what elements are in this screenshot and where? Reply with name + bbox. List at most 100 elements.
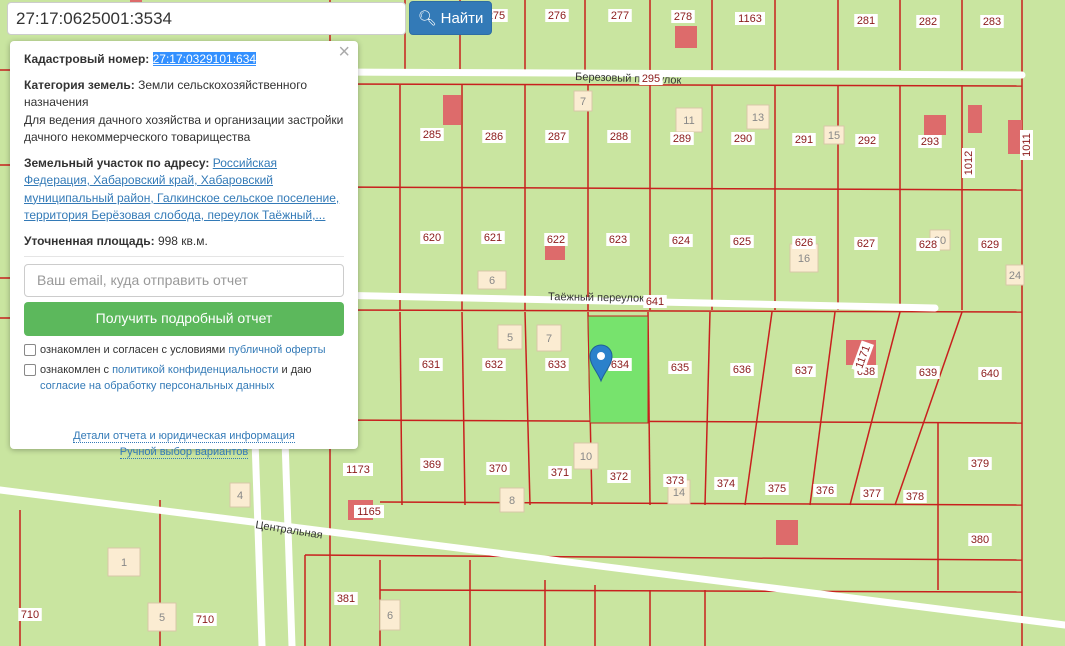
parcel-number[interactable]: 639 xyxy=(916,366,940,379)
parcel-number[interactable]: 277 xyxy=(608,9,632,22)
parcel-number[interactable]: 624 xyxy=(669,234,693,247)
close-icon[interactable]: × xyxy=(338,42,350,61)
svg-text:626: 626 xyxy=(795,237,813,249)
parcel-number[interactable]: 640 xyxy=(978,367,1002,380)
parcel-number[interactable]: 381 xyxy=(334,592,358,605)
find-button[interactable]: 🔍︎ Найти xyxy=(409,1,492,35)
parcel-number[interactable]: 628 xyxy=(916,238,940,251)
parcel-number[interactable]: 276 xyxy=(545,9,569,22)
building-number: 1 xyxy=(121,557,127,569)
svg-text:1163: 1163 xyxy=(738,13,762,25)
privacy-link[interactable]: политикой конфиденциальности xyxy=(112,364,278,376)
parcel-number[interactable]: 637 xyxy=(792,364,816,377)
building-number: 8 xyxy=(509,495,515,507)
parcel-number[interactable]: 278 xyxy=(671,10,695,23)
building-number: 5 xyxy=(159,612,165,624)
parcel-number[interactable]: 620 xyxy=(420,231,444,244)
parcel-number[interactable]: 371 xyxy=(548,466,572,479)
svg-text:377: 377 xyxy=(863,488,881,500)
parcel-number[interactable]: 374 xyxy=(714,477,738,490)
parcel-number[interactable]: 282 xyxy=(916,15,940,28)
cadastral-number-link[interactable]: 27:17:0329101:634 xyxy=(152,52,257,66)
building-number: 16 xyxy=(798,253,810,265)
email-input[interactable]: Ваш email, куда отправить отчет xyxy=(24,264,344,297)
parcel-number[interactable]: 627 xyxy=(854,237,878,250)
svg-text:627: 627 xyxy=(857,238,875,250)
parcel-number[interactable]: 710 xyxy=(193,613,217,626)
parcel-number[interactable]: 380 xyxy=(968,533,992,546)
offer-link[interactable]: публичной оферты xyxy=(228,344,325,356)
parcel-number[interactable]: 288 xyxy=(607,130,631,143)
parcel-number[interactable]: 375 xyxy=(765,482,789,495)
privacy-checkbox[interactable] xyxy=(24,364,36,376)
parcel-number[interactable]: 287 xyxy=(545,130,569,143)
svg-text:632: 632 xyxy=(485,359,503,371)
building-number: 15 xyxy=(828,130,840,142)
building-number: 13 xyxy=(752,112,764,124)
parcel-number[interactable]: 378 xyxy=(903,490,927,503)
building-number: 24 xyxy=(1009,270,1021,282)
parcel-number[interactable]: 623 xyxy=(606,233,630,246)
parcel-number[interactable]: 1012 xyxy=(962,148,975,178)
parcel-number[interactable]: 635 xyxy=(668,361,692,374)
parcel-number[interactable]: 369 xyxy=(420,458,444,471)
parcel-number[interactable]: 625 xyxy=(730,235,754,248)
parcel-number[interactable]: 377 xyxy=(860,487,884,500)
parcel-number[interactable]: 290 xyxy=(731,132,755,145)
svg-text:293: 293 xyxy=(921,136,939,148)
svg-text:640: 640 xyxy=(981,368,999,380)
parcel-number[interactable]: 710 xyxy=(18,608,42,621)
parcel-number[interactable]: 285 xyxy=(420,128,444,141)
svg-text:635: 635 xyxy=(671,362,689,374)
parcel-number[interactable]: 376 xyxy=(813,484,837,497)
svg-text:277: 277 xyxy=(611,10,629,22)
parcel-number[interactable]: 292 xyxy=(855,134,879,147)
parcel-number[interactable]: 291 xyxy=(792,133,816,146)
svg-text:620: 620 xyxy=(423,232,441,244)
building-number: 5 xyxy=(507,332,513,344)
parcel-number[interactable]: 633 xyxy=(545,358,569,371)
parcel-number[interactable]: 631 xyxy=(419,358,443,371)
parcel-number[interactable]: 370 xyxy=(486,462,510,475)
svg-text:295: 295 xyxy=(642,73,660,85)
parcel-number[interactable]: 1165 xyxy=(354,505,384,518)
get-report-button[interactable]: Получить подробный отчет xyxy=(24,302,344,336)
details-link[interactable]: Детали отчета и юридическая информация xyxy=(73,430,295,443)
building-number: 6 xyxy=(489,275,495,287)
svg-text:289: 289 xyxy=(673,133,691,145)
parcel-number[interactable]: 621 xyxy=(481,231,505,244)
parcel-number[interactable]: 1163 xyxy=(735,12,765,25)
parcel-number[interactable]: 636 xyxy=(730,363,754,376)
building-number: 7 xyxy=(546,333,552,345)
parcel-number[interactable]: 629 xyxy=(978,238,1002,251)
svg-text:373: 373 xyxy=(666,475,684,487)
svg-text:621: 621 xyxy=(484,232,502,244)
building-number: 10 xyxy=(580,451,592,463)
manual-select-link[interactable]: Ручной выбор вариантов xyxy=(119,446,249,459)
building-number: 11 xyxy=(683,115,694,127)
svg-text:637: 637 xyxy=(795,365,813,377)
consent-link[interactable]: согласие на обработку персональных данны… xyxy=(40,380,274,392)
parcel-number[interactable]: 1011 xyxy=(1020,130,1033,160)
svg-text:1173: 1173 xyxy=(346,464,370,476)
parcel-number[interactable]: 286 xyxy=(482,130,506,143)
road-name: Таёжный переулок xyxy=(548,291,644,305)
parcel-number[interactable]: 281 xyxy=(854,14,878,27)
parcel-number[interactable]: 295 xyxy=(639,72,663,85)
parcel-number[interactable]: 293 xyxy=(918,135,942,148)
parcel-number[interactable]: 622 xyxy=(544,233,568,246)
building xyxy=(776,520,798,545)
parcel-number[interactable]: 626 xyxy=(792,236,816,249)
svg-text:288: 288 xyxy=(610,131,628,143)
parcel-number[interactable]: 289 xyxy=(670,132,694,145)
parcel-number[interactable]: 632 xyxy=(482,358,506,371)
parcel-number[interactable]: 373 xyxy=(663,474,687,487)
offer-checkbox[interactable] xyxy=(24,344,36,356)
building xyxy=(924,115,946,135)
parcel-number[interactable]: 372 xyxy=(607,470,631,483)
parcel-number[interactable]: 379 xyxy=(968,457,992,470)
cadastral-search-input[interactable]: 27:17:0625001:3534 xyxy=(7,2,406,35)
parcel-number[interactable]: 1173 xyxy=(343,463,373,476)
parcel-number[interactable]: 641 xyxy=(643,295,667,308)
parcel-number[interactable]: 283 xyxy=(980,15,1004,28)
